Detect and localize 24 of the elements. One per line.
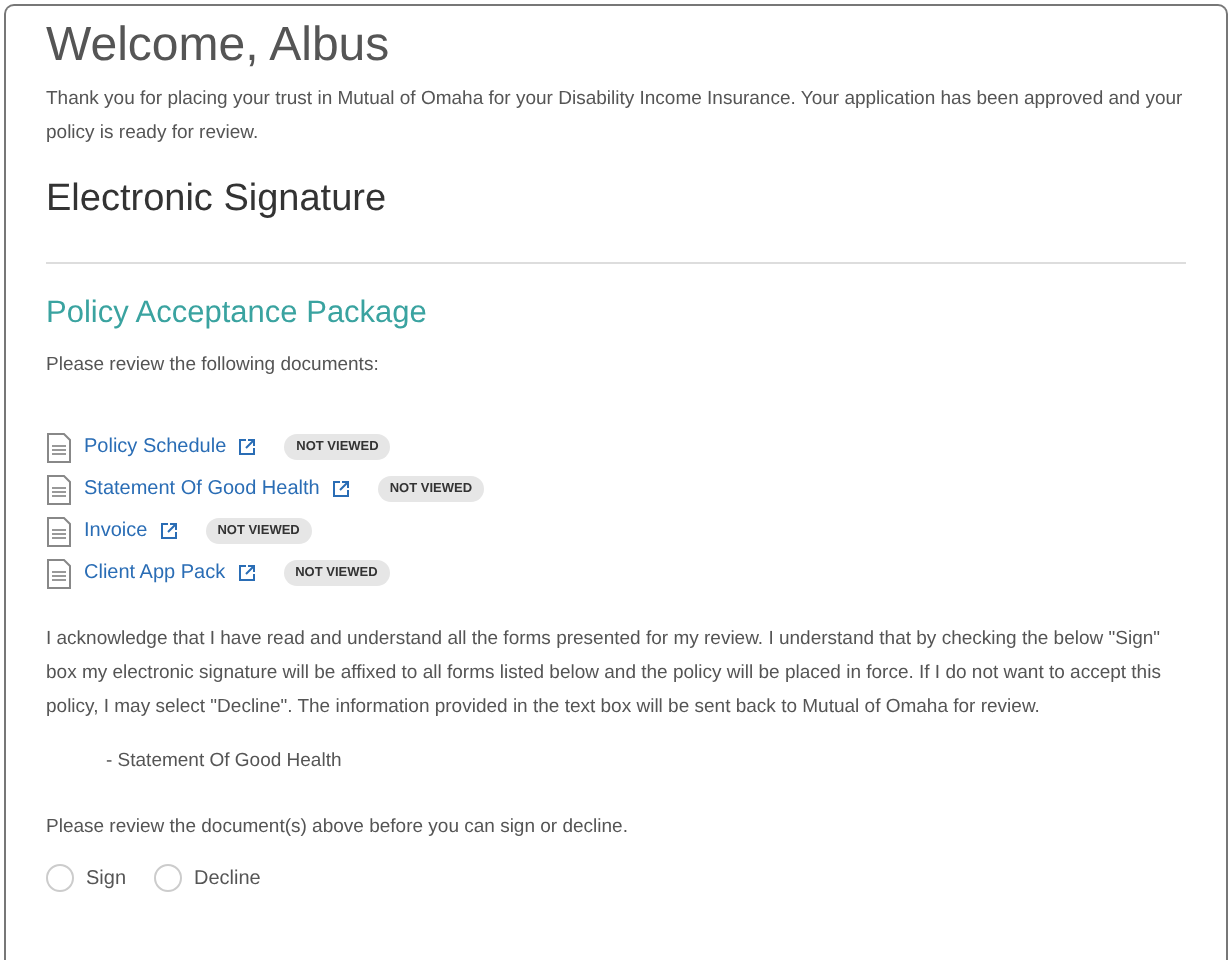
external-link-icon[interactable]: [331, 480, 350, 498]
package-heading: Policy Acceptance Package: [46, 296, 429, 332]
page-title: Welcome, Albus: [46, 18, 392, 74]
document-link[interactable]: Client App Pack: [84, 562, 226, 584]
document-link[interactable]: Policy Schedule: [84, 436, 227, 458]
review-notice: Please review the document(s) above before you can sign or decline.: [46, 814, 630, 842]
radio-label[interactable]: Decline: [194, 867, 261, 889]
section-heading: Electronic Signature: [46, 178, 389, 222]
document-icon: [46, 557, 72, 589]
document-icon: [46, 431, 72, 463]
document-icon: [46, 473, 72, 505]
instruction-text: Please review the following documents:: [46, 352, 381, 380]
external-link-icon[interactable]: [237, 564, 256, 582]
document-link[interactable]: Invoice: [84, 520, 148, 542]
radio-button[interactable]: [154, 864, 183, 892]
document-link[interactable]: Statement Of Good Health: [84, 478, 320, 500]
pending-document: - Statement Of Good Health: [106, 748, 344, 776]
acknowledgement-paragraph: I acknowledge that I have read and understand all the forms presented for my review. I understand that by checking the below "Sign" box my electronic signature will be affixed to all forms listed below and the policy will be placed in force. If I do not want to accept this policy, I may select "Decline". The information provided in the text box will be sent back to Mutual of Omaha for review.: [46, 626, 1163, 722]
radio-label[interactable]: Sign: [86, 867, 127, 889]
intro-paragraph: Thank you for placing your trust in Mutual of Omaha for your Disability Income Insurance. Your application has been approved and your policy is ready for review.: [46, 86, 1185, 148]
radio-button[interactable]: [46, 864, 74, 892]
external-link-icon[interactable]: [159, 522, 178, 540]
external-link-icon[interactable]: [238, 438, 257, 456]
document-icon: [46, 515, 72, 547]
